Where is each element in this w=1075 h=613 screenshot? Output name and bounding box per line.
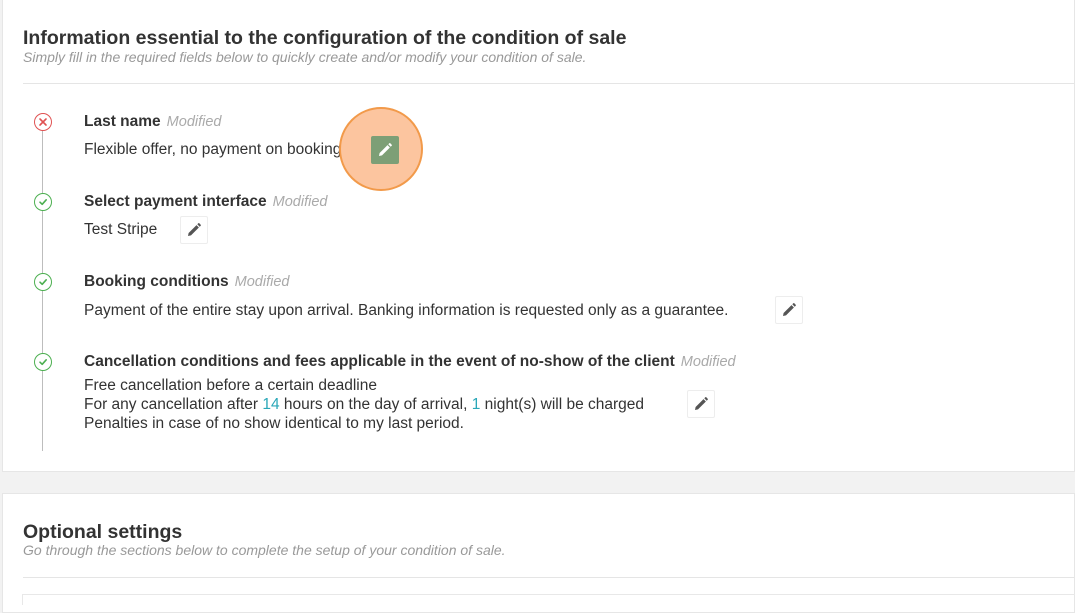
- pencil-icon: [695, 397, 708, 410]
- step-cancellation-label: Cancellation conditions and fees applica…: [84, 353, 736, 371]
- error-status-icon: [34, 113, 52, 131]
- cancellation-text: night(s) will be charged: [480, 396, 645, 413]
- section-title: Information essential to the configurati…: [23, 27, 627, 49]
- pencil-icon: [379, 143, 392, 156]
- step-booking-conditions-label: Booking conditions Modified: [84, 273, 289, 291]
- edit-booking-conditions-button[interactable]: [775, 296, 803, 324]
- check-status-icon: [34, 193, 52, 211]
- divider: [23, 83, 1074, 84]
- cancellation-text: hours on the day of arrival,: [279, 396, 472, 413]
- cancellation-text: For any cancellation after: [84, 396, 263, 413]
- step-label-text: Last name: [84, 113, 161, 130]
- check-status-icon: [34, 273, 52, 291]
- step-label-text: Cancellation conditions and fees applica…: [84, 353, 675, 370]
- divider: [23, 577, 1074, 578]
- cancellation-line-2: For any cancellation after 14 hours on t…: [84, 395, 644, 414]
- step-payment-interface-value: Test Stripe: [84, 221, 158, 238]
- check-status-icon: [34, 353, 52, 371]
- modified-badge: Modified: [680, 354, 736, 370]
- pencil-icon: [783, 303, 796, 316]
- step-last-name-label: Last name Modified: [84, 113, 221, 131]
- hours-value: 14: [262, 396, 280, 413]
- edit-payment-interface-button[interactable]: [180, 216, 208, 244]
- section-subtitle: Go through the sections below to complet…: [23, 542, 506, 558]
- modified-badge: Modified: [166, 114, 222, 130]
- section-subtitle: Simply fill in the required fields below…: [23, 49, 587, 65]
- cancellation-line-3: Penalties in case of no show identical t…: [84, 415, 464, 432]
- modified-badge: Modified: [272, 194, 328, 210]
- step-booking-conditions-value: Payment of the entire stay upon arrival.…: [84, 302, 729, 319]
- modified-badge: Modified: [234, 274, 290, 290]
- step-last-name-value: Flexible offer, no payment on booking: [84, 141, 342, 158]
- cancellation-line-1: Free cancellation before a certain deadl…: [84, 377, 377, 394]
- pencil-icon: [188, 223, 201, 236]
- section-title: Optional settings: [23, 521, 183, 543]
- step-payment-interface-label: Select payment interface Modified: [84, 193, 327, 211]
- step-label-text: Select payment interface: [84, 193, 267, 210]
- step-cancellation-value: Free cancellation before a certain deadl…: [84, 376, 644, 433]
- edit-cancellation-button[interactable]: [687, 390, 715, 418]
- edit-last-name-button[interactable]: [371, 136, 399, 164]
- step-label-text: Booking conditions: [84, 273, 229, 290]
